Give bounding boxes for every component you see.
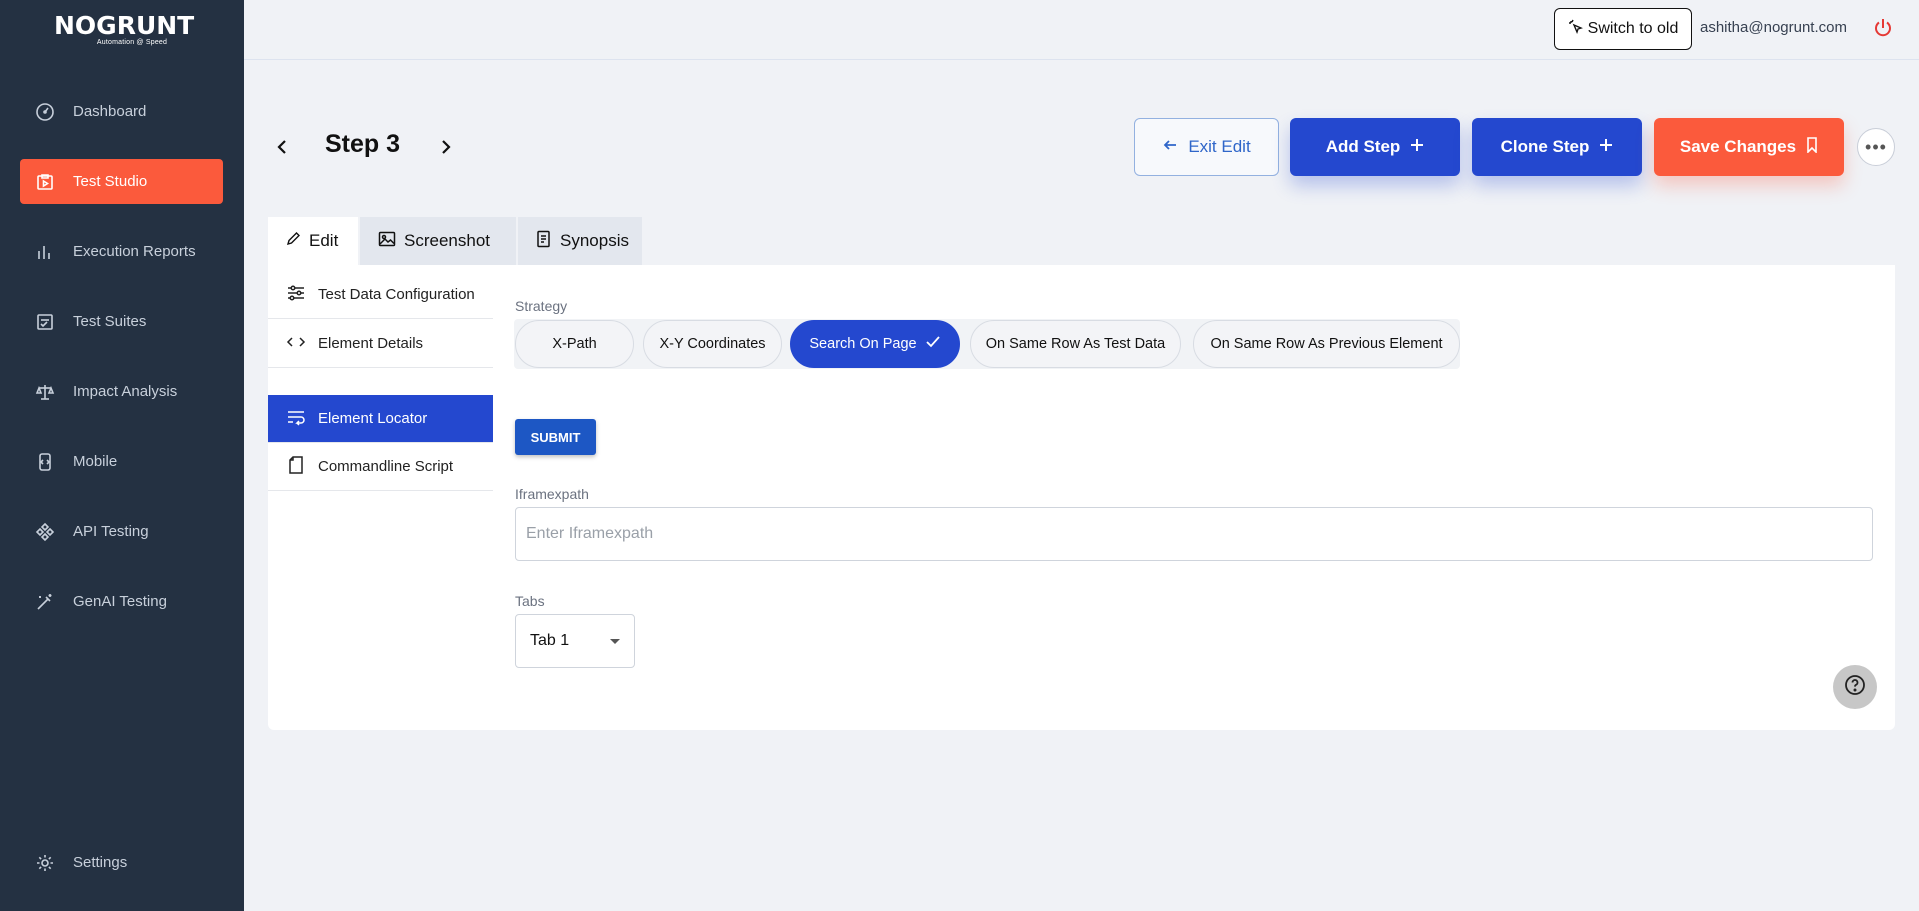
user-email[interactable]: ashitha@nogrunt.com	[1700, 19, 1847, 36]
power-icon[interactable]	[1872, 17, 1894, 39]
nogrunt-logo[interactable]: NOGRUNT Automation @ Speed	[54, 11, 195, 52]
subnav-test-data-configuration[interactable]: Test Data Configuration	[268, 271, 493, 319]
plus-icon	[1599, 137, 1613, 157]
subnav-commandline-script[interactable]: Commandline Script	[268, 443, 493, 491]
sidebar-item-label: Impact Analysis	[73, 383, 178, 400]
magic-wand-icon	[33, 590, 57, 614]
sidebar-item-settings[interactable]: Settings	[20, 840, 223, 885]
exit-edit-label: Exit Edit	[1188, 137, 1251, 156]
sidebar-item-label: Execution Reports	[73, 243, 196, 260]
chip-label: On Same Row As Test Data	[985, 336, 1166, 352]
chevron-left-icon[interactable]	[272, 136, 292, 158]
pencil-icon	[286, 231, 301, 251]
sidebar-item-mobile[interactable]: Mobile	[20, 439, 223, 484]
brand-name: NOGRUNT	[54, 11, 195, 40]
sidebar-item-label: Mobile	[73, 453, 118, 470]
code-icon	[286, 333, 306, 355]
check-icon	[925, 335, 941, 353]
strategy-xy-coordinates-chip[interactable]: X-Y Coordinates	[643, 320, 782, 368]
tabs-select-value: Tab 1	[530, 632, 570, 649]
sidebar-item-impact-analysis[interactable]: Impact Analysis	[20, 369, 223, 414]
sidebar-item-label: Test Suites	[73, 313, 147, 330]
strategy-search-on-page-chip[interactable]: Search On Page	[790, 320, 960, 368]
iframexpath-label: Iframexpath	[515, 486, 589, 502]
gauge-icon	[33, 100, 57, 124]
caret-down-icon	[610, 639, 620, 644]
sidebar-item-test-suites[interactable]: Test Suites	[20, 299, 223, 344]
iframexpath-input[interactable]	[515, 507, 1873, 561]
subnav-label: Element Details	[318, 335, 424, 352]
tab-label: Edit	[309, 231, 339, 250]
clone-step-label: Clone Step	[1500, 137, 1590, 156]
ellipsis-icon: •••	[1865, 136, 1887, 157]
subnav-element-details[interactable]: Element Details	[268, 320, 493, 368]
save-changes-label: Save Changes	[1679, 137, 1797, 156]
submit-button[interactable]: SUBMIT	[515, 419, 596, 455]
strategy-same-row-test-data-chip[interactable]: On Same Row As Test Data	[970, 320, 1181, 368]
checklist-icon	[33, 310, 57, 334]
sidebar-item-label: API Testing	[73, 523, 149, 540]
sidebar-item-label: Test Studio	[73, 173, 148, 190]
add-step-button[interactable]: Add Step	[1290, 118, 1460, 176]
tab-label: Screenshot	[404, 231, 490, 250]
top-header: Switch to old ashitha@nogrunt.com	[244, 0, 1919, 60]
brand-tagline: Automation @ Speed	[96, 39, 168, 46]
file-icon	[286, 455, 306, 479]
sidebar-item-label: GenAI Testing	[73, 593, 167, 610]
switch-label: Switch to old	[1587, 20, 1679, 37]
sidebar: NOGRUNT Automation @ Speed Dashboard Tes…	[0, 0, 244, 911]
switch-to-old-button[interactable]: Switch to old	[1554, 8, 1692, 50]
document-list-icon	[536, 230, 552, 253]
tab-synopsis[interactable]: Synopsis	[518, 217, 642, 265]
chip-label: On Same Row As Previous Element	[1210, 336, 1443, 352]
sidebar-item-dashboard[interactable]: Dashboard	[20, 89, 223, 134]
strategy-label: Strategy	[515, 298, 568, 314]
bar-chart-icon	[33, 240, 57, 264]
api-icon	[33, 520, 57, 544]
edit-panel: Test Data Configuration Element Details …	[268, 265, 1895, 730]
clipboard-play-icon	[33, 170, 57, 194]
wrap-text-icon	[286, 408, 306, 430]
clone-step-button[interactable]: Clone Step	[1472, 118, 1642, 176]
tab-edit[interactable]: Edit	[268, 217, 358, 265]
chevron-right-icon[interactable]	[436, 136, 456, 158]
chip-label: Search On Page	[809, 336, 917, 352]
tab-screenshot[interactable]: Screenshot	[360, 217, 516, 265]
more-options-button[interactable]: •••	[1857, 128, 1895, 166]
bookmark-icon	[1806, 136, 1818, 158]
tabs-label: Tabs	[515, 593, 545, 609]
help-button[interactable]	[1833, 665, 1877, 709]
scale-icon	[33, 380, 57, 404]
tab-label: Synopsis	[560, 231, 629, 250]
subnav-label: Test Data Configuration	[318, 286, 475, 303]
subnav-label: Element Locator	[318, 410, 428, 427]
chip-label: X-Y Coordinates	[659, 336, 766, 352]
sidebar-item-label: Dashboard	[73, 103, 147, 120]
chip-label: X-Path	[552, 336, 597, 352]
mobile-icon	[33, 450, 57, 474]
sidebar-item-genai-testing[interactable]: GenAI Testing	[20, 579, 223, 624]
strategy-same-row-previous-element-chip[interactable]: On Same Row As Previous Element	[1193, 320, 1460, 368]
plus-icon	[1410, 137, 1424, 157]
sidebar-item-execution-reports[interactable]: Execution Reports	[20, 229, 223, 274]
exit-edit-button[interactable]: Exit Edit	[1134, 118, 1279, 176]
question-circle-icon	[1843, 673, 1867, 702]
image-icon	[378, 230, 396, 253]
gear-icon	[33, 851, 57, 875]
strategy-chip-group: X-Path X-Y Coordinates Search On Page On…	[514, 319, 1460, 369]
subnav-element-locator[interactable]: Element Locator	[268, 395, 493, 443]
save-changes-button[interactable]: Save Changes	[1654, 118, 1844, 176]
sliders-icon	[286, 284, 306, 306]
sidebar-item-label: Settings	[73, 854, 128, 871]
strategy-xpath-chip[interactable]: X-Path	[515, 320, 634, 368]
subnav-label: Commandline Script	[318, 458, 454, 475]
add-step-label: Add Step	[1325, 137, 1401, 156]
cursor-click-icon	[1568, 19, 1584, 40]
tabs-select[interactable]: Tab 1	[515, 614, 635, 668]
sidebar-item-test-studio[interactable]: Test Studio	[20, 159, 223, 204]
arrow-left-icon	[1162, 137, 1178, 158]
step-title: Step 3	[325, 130, 401, 158]
sidebar-item-api-testing[interactable]: API Testing	[20, 509, 223, 554]
